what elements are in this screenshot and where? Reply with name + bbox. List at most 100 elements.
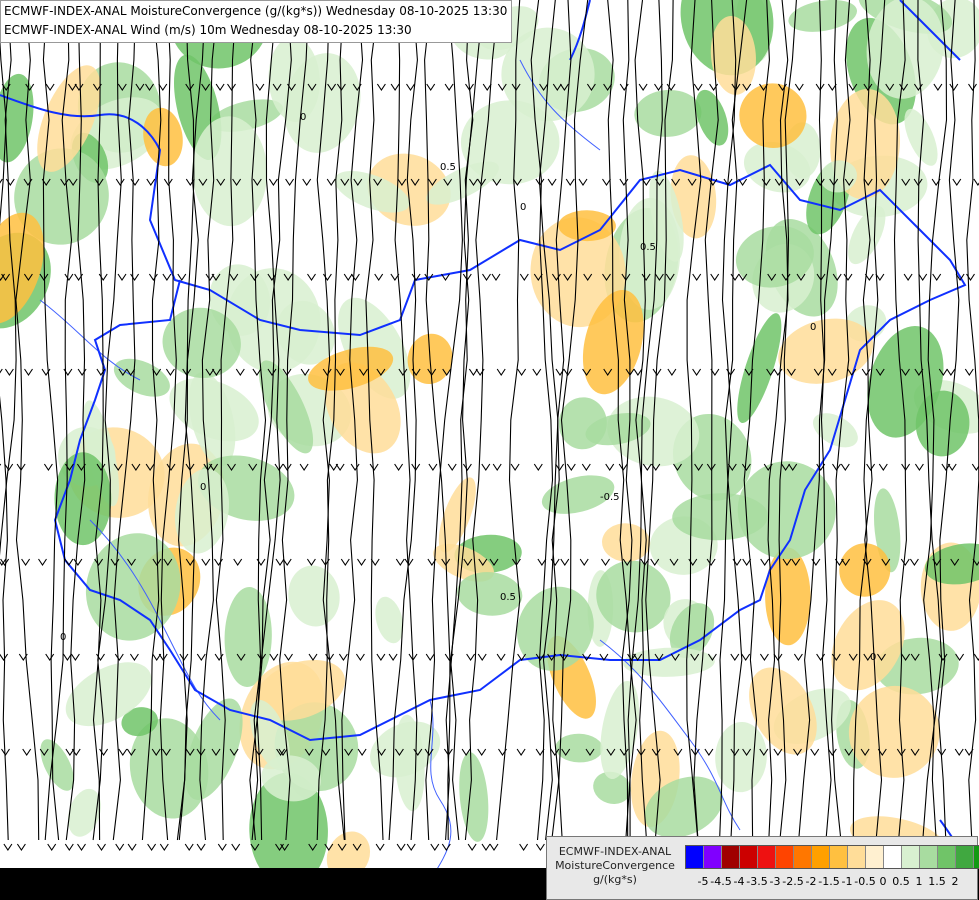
wind-arrowhead [184,843,194,851]
wind-arrowhead [22,748,32,756]
wind-arrowhead [45,653,55,661]
wind-arrowhead [394,463,404,471]
wind-arrowhead [159,843,169,851]
wind-arrowhead [306,558,316,566]
wind-arrowhead [810,748,820,756]
wind-arrowhead [601,558,610,566]
wind-arrowhead [357,748,367,756]
wind-arrowhead [954,748,964,756]
wind-arrowhead [64,273,74,281]
wind-arrowhead [350,273,360,281]
wind-arrowhead [903,273,913,281]
wind-arrowhead [162,273,172,281]
contour-label: 0.5 [440,162,456,173]
wind-arrowhead [447,463,457,471]
wind-arrowhead [773,653,783,661]
wind-arrowhead [519,273,529,281]
wind-arrowhead [64,843,74,851]
legend-tick: -1.5 [818,875,840,888]
wind-arrowhead [532,368,542,376]
contour-label: 0.5 [500,592,516,603]
wind-arrowhead [578,178,588,186]
wind-arrowhead [555,463,565,471]
wind-arrowhead [430,843,440,851]
wind-arrowhead [428,463,438,471]
legend-swatch [740,846,758,868]
wind-arrowhead [98,273,108,281]
wind-arrowhead [638,83,648,91]
wind-arrowhead [45,83,55,91]
wind-arrowhead [355,653,365,661]
wind-arrowhead [21,558,31,566]
legend-title-model: ECMWF-INDEX-ANAL [558,845,672,858]
wind-arrowhead [326,178,336,186]
wind-arrowhead [308,653,318,661]
contour-label: -0.5 [600,492,620,503]
wind-arrowhead [179,653,189,661]
wind-arrowhead [496,653,506,661]
wind-arrowhead [406,843,416,851]
wind-arrowhead [340,558,350,566]
legend-tick: -1 [841,875,853,888]
wind-arrowhead [602,178,611,186]
wind-arrowhead [147,843,157,851]
wind-arrowhead [466,653,476,661]
wind-arrowhead [971,463,979,471]
wind-arrowhead [482,273,491,281]
wind-arrowhead [177,273,187,281]
legend-tick: -0.5 [854,875,876,888]
wind-arrowhead [38,558,47,566]
wind-arrowhead [322,273,332,281]
wind-arrowhead [560,558,570,566]
wind-arrowhead [566,463,576,471]
wind-arrowhead [605,463,615,471]
wind-arrowhead [730,653,740,661]
legend-swatch [974,846,979,868]
wind-arrowhead [741,653,751,661]
legend-tick-labels: -5 -4.5 -4 -3.5 -3 -2.5 -2 -1.5 -1 -0.5 0 0.5 1 1.5 2 [685,875,975,889]
wind-arrowhead [146,178,156,186]
wind-arrowhead [231,843,241,851]
color-legend: ECMWF-INDEX-ANAL MoistureConvergence g/(… [546,836,979,900]
wind-arrowhead [16,843,26,851]
wind-arrowhead [426,83,436,91]
wind-arrowhead [519,843,529,851]
wind-arrowhead [565,178,575,186]
wind-streamline [424,0,451,841]
wind-arrowhead [3,843,13,851]
legend-tick: 1.5 [928,875,946,888]
wind-arrowhead [947,463,957,471]
legend-swatch [938,846,956,868]
wind-arrowhead [547,178,557,186]
legend-swatch [920,846,938,868]
wind-arrowhead [516,748,526,756]
wind-arrowhead [843,273,853,281]
wind-arrowhead [619,83,629,91]
legend-tick: -2 [805,875,817,888]
wind-arrowhead [370,558,380,566]
wind-arrowhead [196,653,206,661]
wind-arrowhead [269,653,279,661]
convergence-patch [602,523,651,562]
wind-arrowhead [793,653,803,661]
convergence-patch [459,752,489,842]
wind-arrowhead [864,273,874,281]
wind-arrowhead [496,368,506,376]
legend-swatch [794,846,812,868]
wind-arrowhead [491,273,501,281]
wind-arrowhead [130,273,140,281]
legend-tick: 1 [915,875,923,888]
wind-arrowhead [481,463,491,471]
wind-arrowhead [390,83,400,91]
legend-swatch [776,846,794,868]
wind-arrowhead [968,83,977,91]
convergence-patch [737,313,782,424]
wind-arrowhead [148,273,158,281]
wind-arrowhead [946,368,956,376]
wind-arrowhead [425,653,435,661]
legend-color-scale [685,845,979,869]
wind-arrowhead [510,463,520,471]
wind-arrowhead [533,463,543,471]
wind-arrowhead [343,273,353,281]
wind-arrowhead [285,178,295,186]
